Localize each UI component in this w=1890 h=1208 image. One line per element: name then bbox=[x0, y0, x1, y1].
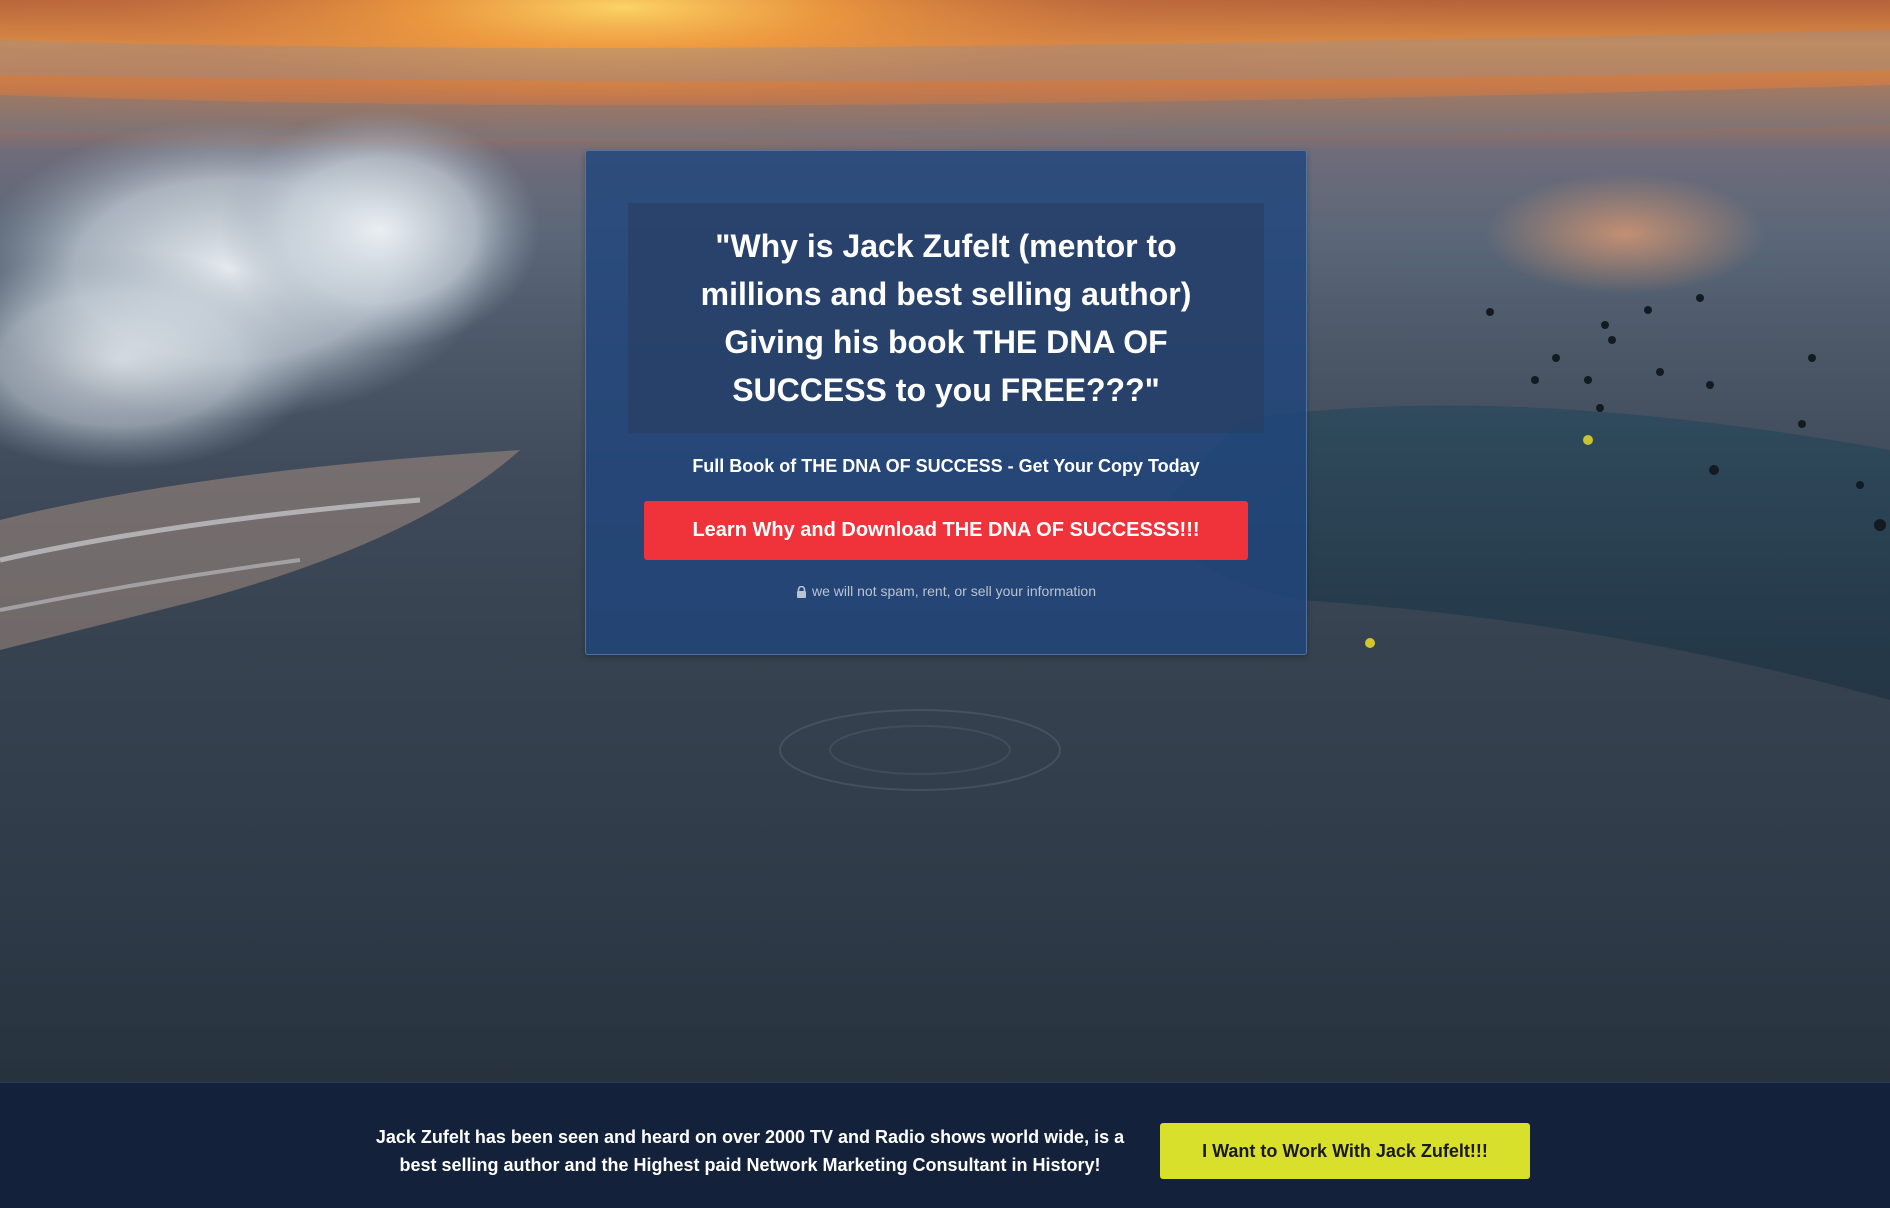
landing-page: "Why is Jack Zufelt (mentor to millions … bbox=[0, 0, 1890, 1208]
download-cta-button[interactable]: Learn Why and Download THE DNA OF SUCCES… bbox=[644, 501, 1248, 560]
lock-icon bbox=[796, 585, 807, 598]
privacy-notice: we will not spam, rent, or sell your inf… bbox=[586, 583, 1306, 599]
footer-bar: Jack Zufelt has been seen and heard on o… bbox=[0, 1082, 1890, 1208]
optin-card: "Why is Jack Zufelt (mentor to millions … bbox=[585, 150, 1307, 655]
headline: "Why is Jack Zufelt (mentor to millions … bbox=[700, 228, 1192, 408]
headline-box: "Why is Jack Zufelt (mentor to millions … bbox=[628, 203, 1264, 433]
privacy-text: we will not spam, rent, or sell your inf… bbox=[812, 583, 1096, 599]
subheadline: Full Book of THE DNA OF SUCCESS - Get Yo… bbox=[692, 456, 1200, 476]
work-with-jack-button[interactable]: I Want to Work With Jack Zufelt!!! bbox=[1160, 1123, 1530, 1179]
footer-bio-text: Jack Zufelt has been seen and heard on o… bbox=[375, 1127, 1125, 1175]
